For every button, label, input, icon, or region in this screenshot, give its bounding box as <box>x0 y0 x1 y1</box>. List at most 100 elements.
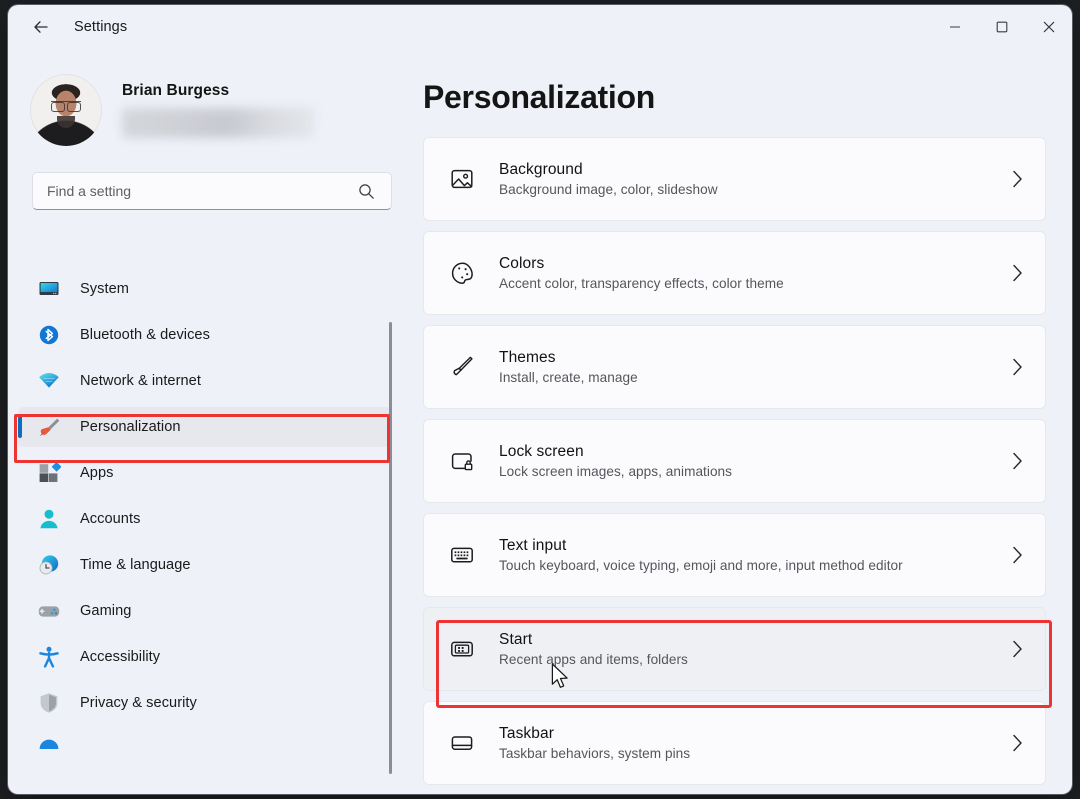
settings-card-list: Background Background image, color, slid… <box>406 137 1072 785</box>
card-subtitle: Recent apps and items, folders <box>499 652 688 667</box>
title-bar: Settings <box>8 5 1072 48</box>
sidebar-item-network-internet[interactable]: Network & internet <box>18 361 392 401</box>
taskbar-icon <box>447 730 477 756</box>
sidebar-item-label: Network & internet <box>80 373 201 389</box>
gamepad-icon <box>36 599 62 623</box>
sidebar-nav: System Bluetooth & devices <box>8 263 406 794</box>
card-text: Lock screen Lock screen images, apps, an… <box>499 443 732 479</box>
search-box[interactable] <box>32 172 392 210</box>
card-title: Text input <box>499 537 903 555</box>
picture-icon <box>447 166 477 192</box>
minimize-icon <box>949 21 961 33</box>
page-title: Personalization <box>423 79 1072 116</box>
sidebar-item-label: Apps <box>80 465 113 481</box>
close-button[interactable] <box>1025 5 1072 48</box>
sidebar-item-system[interactable]: System <box>18 269 392 309</box>
app-title: Settings <box>74 19 127 35</box>
monitor-icon <box>36 277 62 301</box>
sidebar-item-label: Accessibility <box>80 649 160 665</box>
settings-card-taskbar[interactable]: Taskbar Taskbar behaviors, system pins <box>423 701 1046 785</box>
sidebar: Brian Burgess <box>8 48 406 794</box>
main-content: Personalization Background Background im… <box>406 48 1072 794</box>
paintbrush-icon <box>36 415 62 439</box>
card-text: Colors Accent color, transparency effect… <box>499 255 784 291</box>
card-subtitle: Taskbar behaviors, system pins <box>499 746 690 761</box>
card-text: Text input Touch keyboard, voice typing,… <box>499 537 903 573</box>
card-subtitle: Background image, color, slideshow <box>499 182 718 197</box>
user-name: Brian Burgess <box>122 82 314 100</box>
chevron-right-icon <box>1012 264 1023 287</box>
lock-screen-icon <box>447 448 477 474</box>
chevron-right-icon <box>1012 358 1023 381</box>
card-text: Start Recent apps and items, folders <box>499 631 688 667</box>
profile-text: Brian Burgess <box>122 82 314 138</box>
sidebar-item-label: Gaming <box>80 603 131 619</box>
sidebar-item-bluetooth-devices[interactable]: Bluetooth & devices <box>18 315 392 355</box>
sidebar-item-label: Bluetooth & devices <box>80 327 210 343</box>
sidebar-item-label: System <box>80 281 129 297</box>
settings-window: Settings <box>8 5 1072 794</box>
card-title: Taskbar <box>499 725 690 743</box>
accessibility-icon <box>36 645 62 669</box>
settings-card-text-input[interactable]: Text input Touch keyboard, voice typing,… <box>423 513 1046 597</box>
start-icon <box>447 636 477 662</box>
search-input[interactable] <box>47 183 337 199</box>
user-email-redacted <box>122 108 314 138</box>
card-title: Start <box>499 631 688 649</box>
card-text: Taskbar Taskbar behaviors, system pins <box>499 725 690 761</box>
card-subtitle: Touch keyboard, voice typing, emoji and … <box>499 558 903 573</box>
settings-card-background[interactable]: Background Background image, color, slid… <box>423 137 1046 221</box>
card-subtitle: Install, create, manage <box>499 370 638 385</box>
card-text: Themes Install, create, manage <box>499 349 638 385</box>
settings-card-start[interactable]: Start Recent apps and items, folders <box>423 607 1046 691</box>
card-title: Themes <box>499 349 638 367</box>
chevron-right-icon <box>1012 546 1023 569</box>
settings-card-themes[interactable]: Themes Install, create, manage <box>423 325 1046 409</box>
windows-update-icon <box>36 737 62 761</box>
avatar <box>30 74 102 146</box>
clock-globe-icon <box>36 553 62 577</box>
settings-card-lock-screen[interactable]: Lock screen Lock screen images, apps, an… <box>423 419 1046 503</box>
sidebar-item-windows-update[interactable] <box>18 729 392 769</box>
chevron-right-icon <box>1012 734 1023 757</box>
card-title: Background <box>499 161 718 179</box>
sidebar-item-label: Personalization <box>80 419 181 435</box>
card-subtitle: Lock screen images, apps, animations <box>499 464 732 479</box>
settings-card-colors[interactable]: Colors Accent color, transparency effect… <box>423 231 1046 315</box>
keyboard-icon <box>447 542 477 568</box>
sidebar-item-personalization[interactable]: Personalization <box>18 407 392 447</box>
sidebar-item-privacy-security[interactable]: Privacy & security <box>18 683 392 723</box>
palette-icon <box>447 260 477 286</box>
card-title: Lock screen <box>499 443 732 461</box>
minimize-button[interactable] <box>931 5 978 48</box>
sidebar-scrollbar[interactable] <box>389 322 392 774</box>
sidebar-item-label: Privacy & security <box>80 695 197 711</box>
card-title: Colors <box>499 255 784 273</box>
back-arrow-icon <box>31 17 51 37</box>
chevron-right-icon <box>1012 640 1023 663</box>
maximize-icon <box>996 21 1008 33</box>
close-icon <box>1043 21 1055 33</box>
card-text: Background Background image, color, slid… <box>499 161 718 197</box>
wifi-icon <box>36 369 62 393</box>
chevron-right-icon <box>1012 170 1023 193</box>
sidebar-item-label: Time & language <box>80 557 191 573</box>
window-controls <box>931 5 1072 48</box>
bluetooth-icon <box>36 323 62 347</box>
sidebar-item-accessibility[interactable]: Accessibility <box>18 637 392 677</box>
brush-icon <box>447 354 477 380</box>
sidebar-item-time-language[interactable]: Time & language <box>18 545 392 585</box>
search-icon <box>358 183 375 205</box>
maximize-button[interactable] <box>978 5 1025 48</box>
card-subtitle: Accent color, transparency effects, colo… <box>499 276 784 291</box>
sidebar-item-label: Accounts <box>80 511 140 527</box>
sidebar-item-apps[interactable]: Apps <box>18 453 392 493</box>
sidebar-item-gaming[interactable]: Gaming <box>18 591 392 631</box>
person-icon <box>36 507 62 531</box>
shield-icon <box>36 691 62 715</box>
back-button[interactable] <box>24 10 58 44</box>
apps-icon <box>36 461 62 485</box>
sidebar-item-accounts[interactable]: Accounts <box>18 499 392 539</box>
user-profile[interactable]: Brian Burgess <box>30 74 406 146</box>
chevron-right-icon <box>1012 452 1023 475</box>
